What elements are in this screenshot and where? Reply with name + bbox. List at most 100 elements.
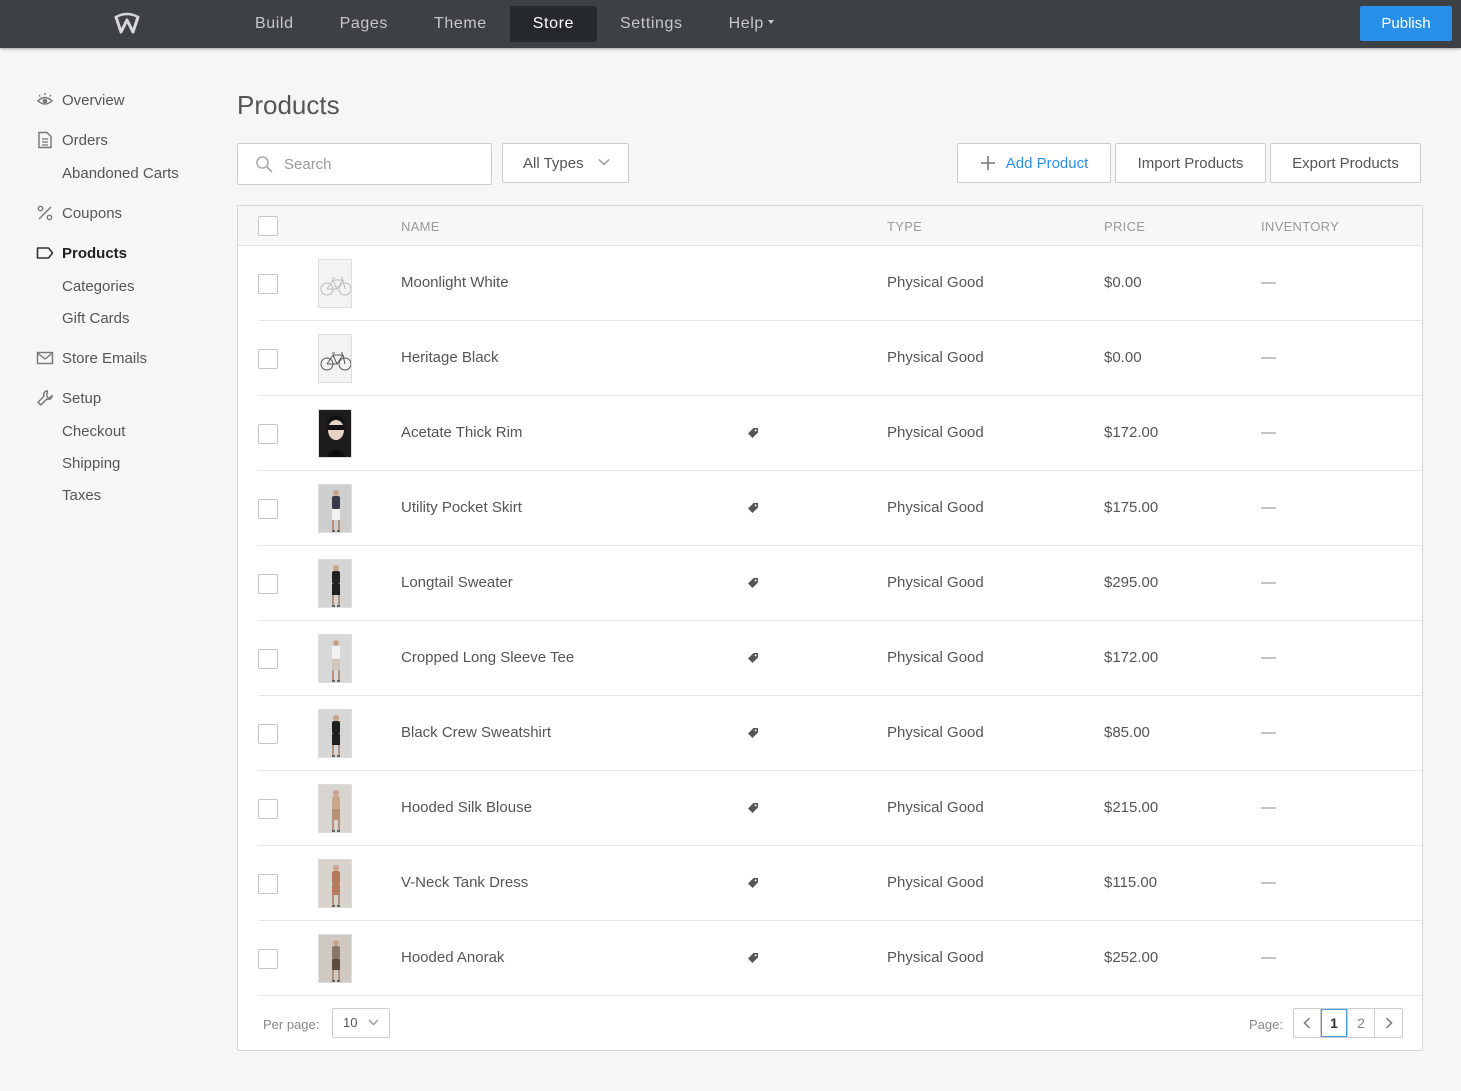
- product-name[interactable]: Acetate Thick Rim: [401, 424, 522, 441]
- product-name[interactable]: Longtail Sweater: [401, 574, 513, 591]
- table-row[interactable]: Black Crew Sweatshirt Physical Good $85.…: [258, 696, 1422, 771]
- type-filter-select[interactable]: All Types: [502, 143, 629, 183]
- nav-settings[interactable]: Settings: [597, 6, 706, 42]
- add-product-button[interactable]: Add Product: [957, 143, 1111, 183]
- per-page-select[interactable]: 10: [332, 1008, 390, 1038]
- column-header-name[interactable]: NAME: [401, 219, 440, 234]
- sidebar-item-checkout[interactable]: Checkout: [62, 419, 125, 443]
- nav-store-label: Store: [532, 15, 574, 32]
- sidebar-item-label: Taxes: [62, 486, 102, 504]
- pagination: 1 2: [1293, 1008, 1403, 1038]
- row-checkbox[interactable]: [258, 874, 278, 894]
- sale-tag-icon: [748, 878, 758, 888]
- product-name[interactable]: Moonlight White: [401, 274, 509, 291]
- sidebar-item-categories[interactable]: Categories: [62, 274, 135, 298]
- table-row[interactable]: Hooded Silk Blouse Physical Good $215.00…: [258, 771, 1422, 846]
- sidebar-item-abandoned-carts[interactable]: Abandoned Carts: [62, 161, 179, 185]
- nav-help-label: Help: [728, 15, 764, 32]
- select-all-checkbox[interactable]: [258, 216, 278, 236]
- page-2-button[interactable]: 2: [1348, 1009, 1375, 1037]
- caret-down-icon: [767, 19, 774, 24]
- sidebar-item-shipping[interactable]: Shipping: [62, 451, 120, 475]
- product-thumbnail[interactable]: [318, 709, 352, 758]
- table-row[interactable]: Longtail Sweater Physical Good $295.00 —: [258, 546, 1422, 621]
- product-price: $252.00: [1104, 949, 1159, 966]
- top-navigation-bar: Build Pages Theme Store Settings Help Pu…: [0, 0, 1461, 48]
- table-row[interactable]: Cropped Long Sleeve Tee Physical Good $1…: [258, 621, 1422, 696]
- nav-build-label: Build: [255, 15, 294, 32]
- weebly-logo-icon[interactable]: [113, 11, 141, 37]
- row-checkbox[interactable]: [258, 424, 278, 444]
- sidebar-item-coupons[interactable]: Coupons: [36, 201, 122, 225]
- product-name[interactable]: Cropped Long Sleeve Tee: [401, 649, 574, 666]
- product-thumbnail[interactable]: [318, 559, 352, 608]
- product-name[interactable]: Hooded Silk Blouse: [401, 799, 532, 816]
- search-icon: [255, 155, 273, 173]
- column-header-type[interactable]: TYPE: [887, 219, 922, 234]
- product-thumbnail[interactable]: [318, 634, 352, 683]
- product-inventory: —: [1261, 949, 1276, 966]
- sale-tag-icon: [748, 803, 758, 813]
- publish-button[interactable]: Publish: [1360, 6, 1452, 41]
- sidebar-item-orders[interactable]: Orders: [36, 128, 108, 152]
- sidebar-item-label: Store Emails: [62, 349, 148, 367]
- product-thumbnail[interactable]: [318, 859, 352, 908]
- column-header-price[interactable]: PRICE: [1104, 219, 1145, 234]
- product-inventory: —: [1261, 424, 1276, 441]
- sidebar-item-setup[interactable]: Setup: [36, 386, 101, 410]
- envelope-icon: [36, 349, 54, 367]
- product-thumbnail[interactable]: [318, 784, 352, 833]
- sidebar-item-taxes[interactable]: Taxes: [62, 483, 101, 507]
- table-row[interactable]: Hooded Anorak Physical Good $252.00 —: [258, 921, 1422, 996]
- table-row[interactable]: Moonlight White Physical Good $0.00 —: [258, 246, 1422, 321]
- nav-store[interactable]: Store: [509, 6, 597, 42]
- product-type: Physical Good: [887, 949, 984, 966]
- product-name[interactable]: Hooded Anorak: [401, 949, 504, 966]
- row-checkbox[interactable]: [258, 724, 278, 744]
- search-box[interactable]: [237, 143, 492, 185]
- previous-page-button[interactable]: [1294, 1009, 1321, 1037]
- plus-icon: [980, 155, 996, 171]
- export-products-button[interactable]: Export Products: [1270, 143, 1421, 183]
- product-thumbnail[interactable]: [318, 484, 352, 533]
- table-row[interactable]: Acetate Thick Rim Physical Good $172.00 …: [258, 396, 1422, 471]
- product-name[interactable]: Utility Pocket Skirt: [401, 499, 522, 516]
- eye-icon: [36, 91, 54, 109]
- sidebar-item-label: Gift Cards: [62, 309, 130, 327]
- sidebar-item-overview[interactable]: Overview: [36, 88, 125, 112]
- row-checkbox[interactable]: [258, 574, 278, 594]
- page-1-button[interactable]: 1: [1321, 1009, 1348, 1037]
- nav-theme[interactable]: Theme: [411, 6, 510, 42]
- nav-build[interactable]: Build: [232, 6, 317, 42]
- product-thumbnail[interactable]: [318, 409, 352, 458]
- sidebar-item-label: Overview: [62, 91, 125, 109]
- row-checkbox[interactable]: [258, 649, 278, 669]
- search-input[interactable]: [284, 155, 484, 173]
- row-checkbox[interactable]: [258, 949, 278, 969]
- per-page-label: Per page:: [263, 1017, 320, 1032]
- sidebar-item-store-emails[interactable]: Store Emails: [36, 346, 147, 370]
- product-thumbnail[interactable]: [318, 334, 352, 383]
- sidebar-item-label: Coupons: [62, 204, 123, 222]
- nav-pages[interactable]: Pages: [317, 6, 411, 42]
- next-page-button[interactable]: [1375, 1009, 1402, 1037]
- row-checkbox[interactable]: [258, 799, 278, 819]
- sidebar-item-gift-cards[interactable]: Gift Cards: [62, 306, 130, 330]
- row-checkbox[interactable]: [258, 499, 278, 519]
- row-checkbox[interactable]: [258, 349, 278, 369]
- product-name[interactable]: Heritage Black: [401, 349, 499, 366]
- table-row[interactable]: Utility Pocket Skirt Physical Good $175.…: [258, 471, 1422, 546]
- import-products-button[interactable]: Import Products: [1115, 143, 1266, 183]
- document-icon: [36, 131, 54, 149]
- product-thumbnail[interactable]: [318, 934, 352, 983]
- row-checkbox[interactable]: [258, 274, 278, 294]
- product-name[interactable]: V-Neck Tank Dress: [401, 874, 528, 891]
- sidebar-item-products[interactable]: Products: [36, 241, 127, 265]
- table-row[interactable]: V-Neck Tank Dress Physical Good $115.00 …: [258, 846, 1422, 921]
- nav-help[interactable]: Help: [706, 6, 797, 42]
- nav-pages-label: Pages: [339, 15, 388, 32]
- table-row[interactable]: Heritage Black Physical Good $0.00 —: [258, 321, 1422, 396]
- product-name[interactable]: Black Crew Sweatshirt: [401, 724, 551, 741]
- column-header-inventory[interactable]: INVENTORY: [1261, 219, 1339, 234]
- product-thumbnail[interactable]: [318, 259, 352, 308]
